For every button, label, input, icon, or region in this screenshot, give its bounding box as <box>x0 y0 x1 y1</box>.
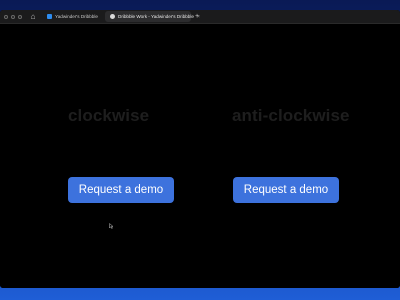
close-window-button[interactable] <box>4 14 8 19</box>
window-controls <box>0 14 28 19</box>
minimize-window-button[interactable] <box>11 14 15 19</box>
clockwise-heading: clockwise <box>68 106 150 125</box>
tab-dribbble-work[interactable]: Dribbble Work - Yadwinder's Dribbble × <box>105 11 200 22</box>
home-icon[interactable]: ⌂ <box>28 12 38 22</box>
desktop: ⌂ Yadwinder's Dribbble Dribbble Work - Y… <box>0 0 400 300</box>
tab-yadwinder-dribbble[interactable]: Yadwinder's Dribbble <box>42 11 102 22</box>
tab-label: Yadwinder's Dribbble <box>55 14 98 19</box>
new-tab-button[interactable]: + <box>195 13 199 20</box>
request-demo-button-right[interactable]: Request a demo <box>233 177 339 203</box>
linkedin-icon <box>47 14 52 19</box>
tab-label: Dribbble Work - Yadwinder's Dribbble <box>118 14 194 19</box>
mouse-cursor-icon <box>109 223 113 229</box>
tab-bar: ⌂ Yadwinder's Dribbble Dribbble Work - Y… <box>0 10 400 24</box>
browser-window: ⌂ Yadwinder's Dribbble Dribbble Work - Y… <box>0 10 400 288</box>
request-demo-button-left[interactable]: Request a demo <box>68 177 174 203</box>
dribbble-icon <box>110 14 115 19</box>
maximize-window-button[interactable] <box>18 14 22 19</box>
anti-clockwise-heading: anti-clockwise <box>232 106 350 125</box>
page-content: clockwise anti-clockwise Request a demo … <box>0 24 400 288</box>
